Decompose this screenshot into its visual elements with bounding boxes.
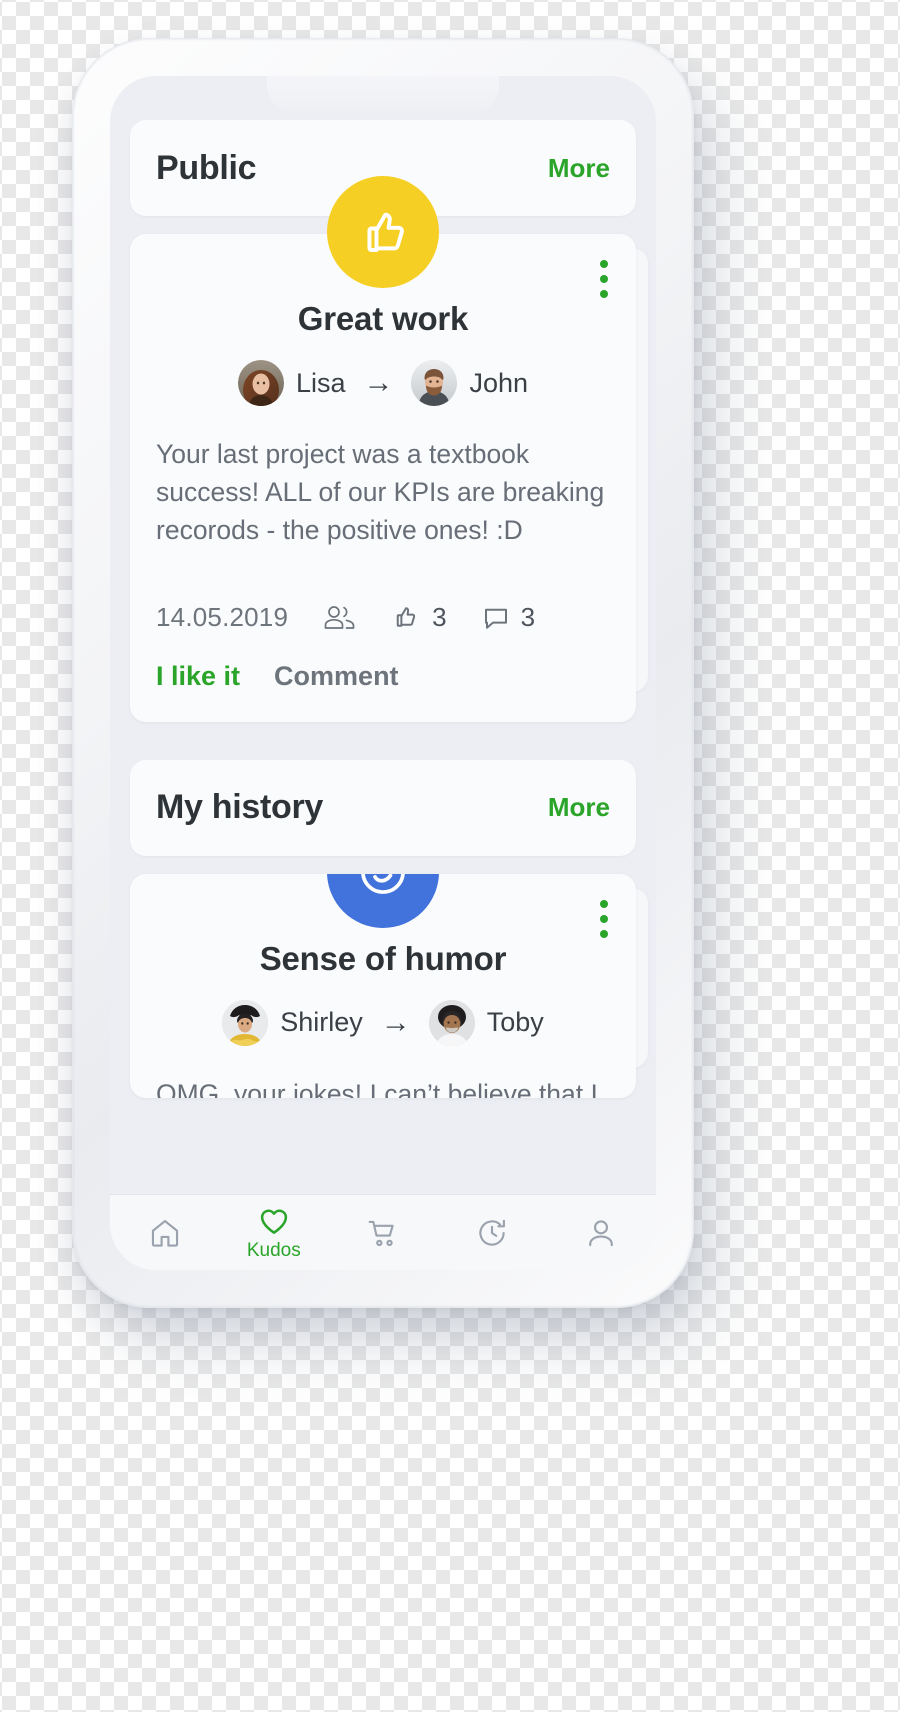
kudos-card-title: Great work (297, 300, 469, 337)
thumbs-up-icon (327, 176, 439, 288)
page-title-my-history: My history (156, 788, 324, 827)
kebab-menu-icon[interactable] (600, 260, 608, 298)
arrow-right-icon: → (380, 1005, 411, 1039)
tab-history[interactable] (438, 1195, 547, 1270)
avatar-lisa (237, 360, 284, 406)
tab-kudos[interactable]: Kudos (219, 1195, 328, 1270)
kebab-menu-icon[interactable] (600, 899, 608, 938)
card-stack-public: Great work Lisa → John Your last project… (130, 176, 648, 722)
section-header-my-history: My history More (130, 759, 636, 856)
person-icon (584, 1216, 618, 1250)
phone-device-frame: Public More Great work Lisa → John Your … (72, 38, 694, 1308)
kudos-card-sense-of-humor[interactable]: Sense of humor Shirley → Toby OMG, your … (130, 873, 636, 1098)
kudos-from-name: Lisa (295, 367, 346, 398)
app-scroll-area[interactable]: Public More Great work Lisa → John Your … (110, 76, 656, 1194)
comment-count-indicator[interactable]: 3 (481, 602, 535, 633)
card-stack-my-history: Sense of humor Shirley → Toby OMG, your … (130, 873, 648, 1098)
kudos-from-name: Shirley (280, 1007, 363, 1038)
more-link-public[interactable]: More (548, 153, 610, 184)
cart-icon (366, 1216, 400, 1250)
comment-count: 3 (520, 601, 536, 632)
kudos-message: Your last project was a textbook success… (156, 439, 605, 545)
history-icon (475, 1216, 509, 1250)
page-title-public: Public (156, 148, 257, 187)
kudos-card-title: Sense of humor (259, 939, 507, 977)
smiley-face-icon (327, 873, 439, 928)
kudos-to-name: John (469, 367, 529, 398)
tab-profile[interactable] (547, 1195, 656, 1270)
audience-indicator[interactable] (322, 603, 358, 631)
like-count-indicator[interactable]: 3 (392, 601, 447, 633)
kudos-card-great-work[interactable]: Great work Lisa → John Your last project… (130, 176, 636, 722)
heart-icon (257, 1204, 291, 1238)
bottom-tab-bar: Kudos (110, 1194, 656, 1270)
kudos-participants: Lisa → John (156, 360, 610, 406)
kudos-to-name: Toby (486, 1007, 544, 1038)
like-button[interactable]: I like it (156, 661, 240, 692)
kudos-date: 14.05.2019 (156, 601, 289, 632)
tab-home[interactable] (110, 1195, 219, 1270)
avatar-john (411, 360, 458, 406)
more-link-my-history[interactable]: More (548, 792, 610, 823)
avatar-toby (428, 999, 475, 1046)
kudos-actions-row: I like it Comment (156, 661, 610, 692)
like-count: 3 (432, 601, 447, 632)
tab-kudos-label: Kudos (246, 1239, 301, 1261)
tab-shop[interactable] (328, 1195, 437, 1270)
kudos-stats-row: 14.05.2019 3 3 (156, 602, 610, 633)
avatar-shirley (222, 999, 269, 1046)
phone-notch (267, 76, 499, 112)
kudos-message: OMG, your jokes! I can’t believe that I (156, 1078, 598, 1098)
kudos-participants: Shirley → Toby (156, 999, 610, 1046)
home-icon (148, 1216, 182, 1250)
arrow-right-icon: → (363, 366, 394, 399)
comment-button[interactable]: Comment (274, 661, 399, 692)
phone-screen: Public More Great work Lisa → John Your … (110, 76, 656, 1270)
